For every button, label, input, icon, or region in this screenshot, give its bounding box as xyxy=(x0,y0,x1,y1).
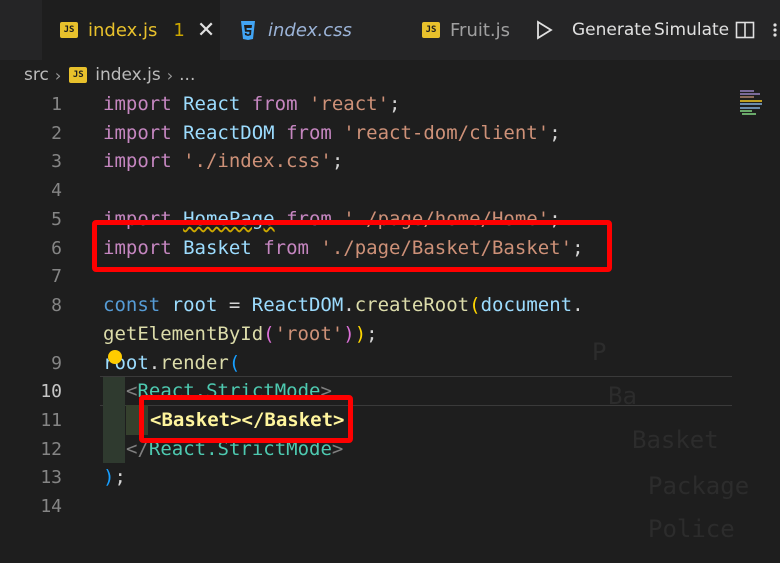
close-icon[interactable]: ✕ xyxy=(197,18,215,43)
minimap-line xyxy=(740,103,762,105)
code-line-2: import ReactDOM from 'react-dom/client'; xyxy=(103,122,561,144)
line-number: 3 xyxy=(51,151,62,172)
tab-index-css[interactable]: index.css xyxy=(238,0,408,60)
indent-guide xyxy=(103,377,125,463)
generate-button[interactable]: Generate xyxy=(572,0,651,60)
breadcrumb-symbol[interactable]: ... xyxy=(179,65,195,85)
line-number: 4 xyxy=(51,180,62,201)
css-file-icon xyxy=(241,21,255,40)
line-number: 12 xyxy=(40,439,62,460)
breadcrumb-folder[interactable]: src xyxy=(24,65,49,85)
annotation-box-basket-element xyxy=(139,395,353,443)
minimap-line xyxy=(740,90,754,92)
chevron-right-icon: › xyxy=(166,65,174,85)
code-line-8-wrap: getElementById('root')); xyxy=(103,323,378,345)
more-icon xyxy=(773,23,777,37)
tab-index-js[interactable]: JS index.js 1 ✕ xyxy=(42,0,220,60)
ghost-item: P xyxy=(592,338,607,366)
simulate-button[interactable]: Simulate xyxy=(654,0,729,60)
split-editor-icon xyxy=(735,21,755,39)
minimap-line xyxy=(742,113,756,115)
line-number: 9 xyxy=(51,353,62,374)
code-line-3: import './index.css'; xyxy=(103,150,344,172)
annotation-box-basket-import xyxy=(92,220,612,272)
tab-bar: JS index.js 1 ✕ index.css JS Fruit.js Ge… xyxy=(0,0,780,60)
play-icon xyxy=(537,20,553,40)
code-editor[interactable]: P Ba Basket Package Police 1 2 3 4 5 6 7… xyxy=(0,90,780,563)
minimap-line xyxy=(740,96,754,98)
code-line-1: import React from 'react'; xyxy=(103,93,401,115)
tab-label: index.css xyxy=(268,19,352,41)
line-number: 6 xyxy=(51,238,62,259)
line-number: 14 xyxy=(40,496,62,517)
line-number: 5 xyxy=(51,209,62,230)
tab-label: index.js xyxy=(88,19,158,41)
minimap-line xyxy=(740,93,760,95)
line-number: 10 xyxy=(40,381,62,402)
line-number: 11 xyxy=(40,410,62,431)
ghost-item: Police xyxy=(648,515,735,543)
line-number: 13 xyxy=(40,467,62,488)
minimap-line xyxy=(740,110,752,112)
breadcrumb: src › JS index.js › ... xyxy=(24,62,195,88)
more-actions-button[interactable] xyxy=(770,0,780,60)
js-file-icon: JS xyxy=(422,22,440,38)
run-button[interactable] xyxy=(535,0,553,60)
ghost-item: Package xyxy=(648,472,750,500)
line-number: 1 xyxy=(51,94,62,115)
lightbulb-icon[interactable] xyxy=(108,350,122,364)
line-number: 2 xyxy=(51,123,62,144)
tab-label: Fruit.js xyxy=(450,19,511,41)
split-editor-button[interactable] xyxy=(735,0,755,60)
problem-count-badge: 1 xyxy=(173,19,185,41)
code-line-8: const root = ReactDOM.createRoot(documen… xyxy=(103,294,584,316)
tab-fruit-js[interactable]: JS Fruit.js xyxy=(422,0,522,60)
minimap[interactable] xyxy=(740,90,780,130)
line-number: 8 xyxy=(51,295,62,316)
line-number: 7 xyxy=(51,266,62,287)
js-file-icon: JS xyxy=(60,22,78,38)
chevron-right-icon: › xyxy=(54,65,62,85)
code-line-9: root.render( xyxy=(103,352,241,374)
code-line-13: ); xyxy=(103,466,126,488)
js-file-icon: JS xyxy=(69,67,88,83)
breadcrumb-file[interactable]: index.js xyxy=(95,65,161,85)
minimap-line xyxy=(740,100,762,102)
minimap-line xyxy=(740,107,760,109)
ghost-item: Basket xyxy=(632,426,719,454)
